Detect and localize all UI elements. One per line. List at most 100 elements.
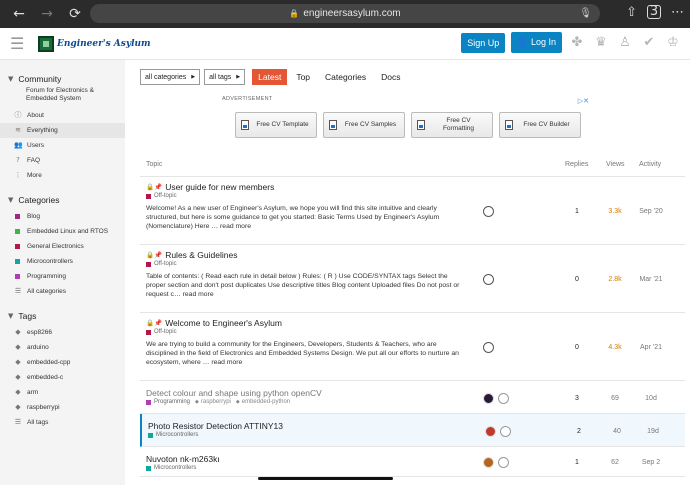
log-in-label: Log In bbox=[530, 37, 556, 47]
column-header-activity[interactable]: Activity bbox=[639, 161, 661, 168]
browser-toolbar: ← → ⟳ 🔒 engineersasylum.com 🎙 ⇧ 3 ⋯ bbox=[0, 0, 690, 28]
topic-category[interactable]: Microcontrollers bbox=[148, 432, 198, 438]
table-row[interactable]: 🔒📌 Rules & Guidelines Off-topic Table of co… bbox=[140, 245, 685, 313]
sidebar-section-community[interactable]: ▼ Community bbox=[0, 72, 125, 86]
sidebar-section-categories[interactable]: ▼ Categories bbox=[0, 193, 125, 207]
maple-leaf-icon[interactable]: ✤ bbox=[568, 35, 586, 50]
sidebar-item-general-electronics[interactable]: General Electronics bbox=[0, 239, 125, 254]
poster-avatar[interactable] bbox=[485, 426, 496, 437]
more-icon[interactable]: ⋯ bbox=[671, 5, 684, 20]
column-header-views[interactable]: Views bbox=[606, 161, 625, 168]
poster-avatar[interactable] bbox=[483, 274, 494, 285]
reload-icon[interactable]: ⟳ bbox=[64, 6, 86, 22]
topic-title[interactable]: Nuvoton nk-m263kı bbox=[146, 454, 220, 464]
tags-dropdown[interactable]: all tags ▶ bbox=[204, 69, 246, 85]
sidebar-item-embedded-c[interactable]: ◆ embedded-c bbox=[0, 370, 125, 385]
sidebar-item-esp8266[interactable]: ◆ esp8266 bbox=[0, 325, 125, 340]
column-header-topic[interactable]: Topic bbox=[146, 161, 162, 168]
tabs-count-button[interactable]: 3 bbox=[647, 5, 661, 19]
trophy-icon[interactable]: ♔ bbox=[664, 35, 682, 50]
activity-date[interactable]: 10d bbox=[636, 395, 666, 402]
sidebar-section-tags[interactable]: ▼ Tags bbox=[0, 309, 125, 323]
topic-title[interactable]: 🔒📌 User guide for new members bbox=[146, 182, 274, 192]
poster-avatar[interactable] bbox=[483, 393, 494, 404]
tab-top[interactable]: Top bbox=[290, 69, 316, 85]
share-icon[interactable]: ⇧ bbox=[626, 5, 637, 20]
topic-title[interactable]: 🔒📌 Rules & Guidelines bbox=[146, 250, 237, 260]
table-row[interactable]: Detect colour and shape using python ope… bbox=[140, 381, 685, 414]
tab-docs[interactable]: Docs bbox=[375, 69, 406, 85]
ad-button-label: Free CV Builder bbox=[523, 120, 570, 128]
sidebar-item-embedded-linux-and-rtos[interactable]: Embedded Linux and RTOS bbox=[0, 224, 125, 239]
sidebar-item-all-categories[interactable]: ☰ All categories bbox=[0, 284, 125, 299]
document-icon bbox=[505, 120, 513, 130]
topic-category[interactable]: Programming ◆ raspberrypi ◆ embedded-python bbox=[146, 399, 290, 405]
sidebar-item-all-tags[interactable]: ☰ All tags bbox=[0, 415, 125, 430]
activity-date[interactable]: 19d bbox=[638, 428, 668, 435]
back-icon[interactable]: ← bbox=[8, 6, 30, 22]
sidebar-item-embedded-cpp[interactable]: ◆ embedded-cpp bbox=[0, 355, 125, 370]
ad-button-free-cv-template[interactable]: Free CV Template bbox=[235, 112, 317, 138]
categories-dropdown[interactable]: all categories ▶ bbox=[140, 69, 201, 85]
poster-avatar[interactable] bbox=[483, 206, 494, 217]
checkmark-icon[interactable]: ✔ bbox=[640, 35, 658, 50]
sidebar-item-about[interactable]: ⓘ About bbox=[0, 108, 125, 123]
sidebar-item-microcontrollers[interactable]: Microcontrollers bbox=[0, 254, 125, 269]
site-logo[interactable]: Engineer's Asylum bbox=[38, 35, 151, 52]
everything-icon: ≋ bbox=[15, 126, 21, 135]
sidebar-item-arm[interactable]: ◆ arm bbox=[0, 385, 125, 400]
sidebar-item-more[interactable]: ⋮ More bbox=[0, 168, 125, 183]
activity-date[interactable]: Sep '20 bbox=[636, 208, 666, 215]
table-row[interactable]: 🔒📌 User guide for new members Off-topic Wel… bbox=[140, 177, 685, 245]
ad-button-free-cv-samples[interactable]: Free CV Samples bbox=[323, 112, 405, 138]
topic-tag[interactable]: ◆ raspberrypi bbox=[195, 399, 231, 405]
topic-category[interactable]: Off-topic bbox=[146, 193, 177, 199]
sidebar-item-blog[interactable]: Blog bbox=[0, 209, 125, 224]
ad-button-free-cv-formatting[interactable]: Free CV Formatting bbox=[411, 112, 493, 138]
faq-icon: ? bbox=[16, 156, 20, 165]
poster-avatar[interactable] bbox=[483, 342, 494, 353]
sidebar-item-label: All tags bbox=[27, 418, 49, 426]
address-bar[interactable]: 🔒 engineersasylum.com 🎙 bbox=[90, 4, 600, 23]
sign-up-button[interactable]: Sign Up bbox=[461, 32, 506, 53]
tag-icon: ◆ bbox=[195, 399, 199, 405]
log-in-button[interactable]: 👤 Log In bbox=[511, 32, 562, 53]
sidebar-item-users[interactable]: 👥 Users bbox=[0, 138, 125, 153]
hamburger-icon[interactable]: ☰ bbox=[10, 34, 30, 53]
sidebar-item-label: Microcontrollers bbox=[27, 257, 73, 265]
microphone-icon[interactable]: 🎙 bbox=[579, 8, 592, 19]
ad-close-icon[interactable]: ▷✕ bbox=[578, 97, 589, 105]
sidebar-item-arduino[interactable]: ◆ arduino bbox=[0, 340, 125, 355]
table-row[interactable]: Photo Resistor Detection ATTINY13 Microco… bbox=[140, 414, 685, 447]
sidebar-item-programming[interactable]: Programming bbox=[0, 269, 125, 284]
topic-category[interactable]: Off-topic bbox=[146, 261, 177, 267]
profile-icon[interactable]: ♙ bbox=[616, 35, 634, 50]
document-icon bbox=[417, 120, 425, 130]
topic-title[interactable]: Photo Resistor Detection ATTINY13 bbox=[148, 421, 283, 431]
topic-title[interactable]: Detect colour and shape using python ope… bbox=[146, 388, 322, 398]
table-row[interactable]: Nuvoton nk-m263kı Microcontrollers 1 62 Sep … bbox=[140, 447, 685, 477]
tab-categories[interactable]: Categories bbox=[319, 69, 372, 85]
activity-date[interactable]: Sep 2 bbox=[636, 459, 666, 466]
topic-tag[interactable]: ◆ embedded-python bbox=[236, 399, 290, 405]
topic-excerpt: Table of contents: ( Read each rule in d… bbox=[146, 273, 460, 299]
topic-category[interactable]: Off-topic bbox=[146, 329, 177, 335]
topic-title[interactable]: 🔒📌 Welcome to Engineer's Asylum bbox=[146, 318, 282, 328]
ad-button-free-cv-builder[interactable]: Free CV Builder bbox=[499, 112, 581, 138]
poster-avatar[interactable] bbox=[498, 393, 509, 404]
poster-avatar[interactable] bbox=[500, 426, 511, 437]
column-header-replies[interactable]: Replies bbox=[565, 161, 588, 168]
tab-latest[interactable]: Latest bbox=[252, 69, 288, 85]
chip-logo-icon bbox=[38, 35, 54, 52]
forward-icon[interactable]: → bbox=[36, 6, 58, 22]
sidebar-item-everything[interactable]: ≋ Everything bbox=[0, 122, 125, 138]
crown-icon[interactable]: ♛ bbox=[592, 35, 610, 50]
poster-avatar[interactable] bbox=[483, 457, 494, 468]
topic-category[interactable]: Microcontrollers bbox=[146, 465, 196, 471]
table-row[interactable]: 🔒📌 Welcome to Engineer's Asylum Off-topic W… bbox=[140, 313, 685, 381]
activity-date[interactable]: Mar '21 bbox=[636, 276, 666, 283]
sidebar-item-faq[interactable]: ? FAQ bbox=[0, 153, 125, 168]
sidebar-item-raspberrypi[interactable]: ◆ raspberrypi bbox=[0, 400, 125, 415]
poster-avatar[interactable] bbox=[498, 457, 509, 468]
activity-date[interactable]: Apr '21 bbox=[636, 344, 666, 351]
